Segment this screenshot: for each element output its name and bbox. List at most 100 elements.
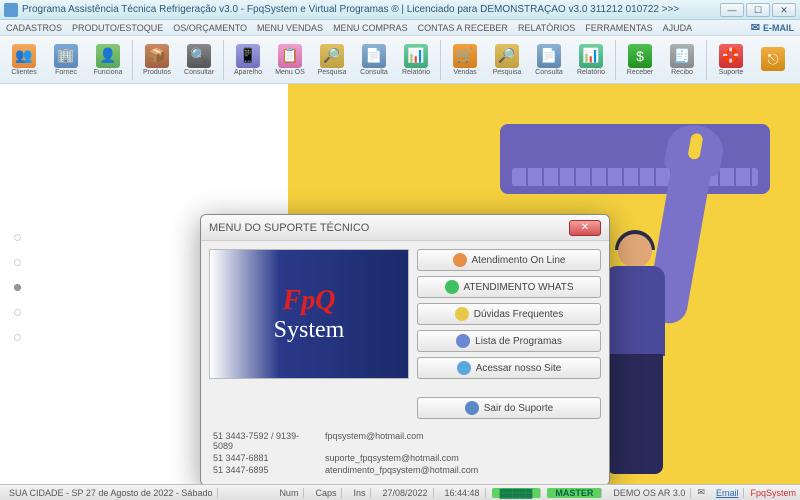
atend-whats-icon (445, 280, 459, 294)
menu-relat-rios[interactable]: RELATÓRIOS (518, 23, 575, 33)
menuos-icon: 📋 (278, 44, 302, 68)
menubar: CADASTROS PRODUTO/ESTOQUE OS/ORÇAMENTO MENU… (0, 20, 800, 36)
dialog-title: MENU DO SUPORTE TÉCNICO (209, 222, 369, 234)
lista-prog-button[interactable]: Lista de Programas (417, 330, 601, 352)
status-demo: DEMO OS AR 3.0 (608, 488, 691, 498)
fornec-icon: 🏢 (54, 44, 78, 68)
toolbar-label: Fornec (55, 69, 77, 76)
aparelho-icon: 📱 (236, 44, 260, 68)
toolbar-clientes[interactable]: 👥Clientes (4, 38, 44, 82)
atend-online-button[interactable]: Atendimento On Line (417, 249, 601, 271)
dialog-close-button[interactable]: ✕ (569, 220, 601, 236)
status-time: 16:44:48 (440, 488, 486, 498)
toolbar-relatorio[interactable]: 📊Relatório (396, 38, 436, 82)
toolbar-produtos[interactable]: 📦Produtos (137, 38, 177, 82)
menu-os-or-amento[interactable]: OS/ORÇAMENTO (173, 23, 247, 33)
menu-produto-estoque[interactable]: PRODUTO/ESTOQUE (72, 23, 163, 33)
toolbar-separator (223, 40, 224, 80)
menu-ferramentas[interactable]: FERRAMENTAS (585, 23, 652, 33)
status-num: Num (274, 488, 304, 498)
toolbar-consulta2[interactable]: 📄Consulta (529, 38, 569, 82)
slide-dot[interactable] (14, 259, 21, 266)
slide-dot[interactable] (14, 309, 21, 316)
toolbar-label: Consultar (184, 69, 214, 76)
menu-menu-compras[interactable]: MENU COMPRAS (333, 23, 408, 33)
toolbar-consulta[interactable]: 📄Consulta (354, 38, 394, 82)
slide-dot[interactable] (14, 334, 21, 341)
status-email-link[interactable]: Email (711, 488, 745, 498)
toolbar-menuos[interactable]: 📋Menu OS (270, 38, 310, 82)
slide-dot-active[interactable] (14, 284, 21, 291)
recibo-icon: 🧾 (670, 44, 694, 68)
consulta-icon: 📄 (362, 44, 386, 68)
status-caps: Caps (310, 488, 342, 498)
maximize-button[interactable]: ☐ (746, 3, 770, 17)
toolbar-label: Produtos (143, 69, 171, 76)
toolbar-separator (706, 40, 707, 80)
relatorio2-icon: 📊 (579, 44, 603, 68)
menu-menu-vendas[interactable]: MENU VENDAS (257, 23, 323, 33)
toolbar-receber[interactable]: $Receber (620, 38, 660, 82)
status-ins: Ins (348, 488, 371, 498)
status-location: SUA CIDADE - SP 27 de Agosto de 2022 - S… (4, 488, 218, 498)
button-label: Atendimento On Line (472, 255, 566, 266)
toolbar-label: Pesquisa (493, 69, 522, 76)
button-label: Lista de Programas (475, 336, 562, 347)
consulta2-icon: 📄 (537, 44, 561, 68)
menu-ajuda[interactable]: AJUDA (663, 23, 693, 33)
receber-icon: $ (628, 44, 652, 68)
toolbar-vendas[interactable]: 🛒Vendas (445, 38, 485, 82)
support-dialog: MENU DO SUPORTE TÉCNICO ✕ FpQ System Ate… (200, 214, 610, 484)
toolbar-suporte[interactable]: 🛟Suporte (711, 38, 751, 82)
toolbar-fornec[interactable]: 🏢Fornec (46, 38, 86, 82)
window-title: Programa Assistência Técnica Refrigeraçã… (22, 4, 720, 15)
button-label: Acessar nosso Site (476, 363, 562, 374)
toolbar-separator (132, 40, 133, 80)
produtos-icon: 📦 (145, 44, 169, 68)
toolbar-recibo[interactable]: 🧾Recibo (662, 38, 702, 82)
dialog-titlebar[interactable]: MENU DO SUPORTE TÉCNICO ✕ (201, 215, 609, 241)
toolbar-label: Receber (627, 69, 653, 76)
close-button[interactable]: ✕ (772, 3, 796, 17)
button-label: Sair do Suporte (484, 403, 554, 414)
suporte-icon: 🛟 (719, 44, 743, 68)
lista-prog-icon (456, 334, 470, 348)
toolbar-label: Consulta (535, 69, 563, 76)
contact-email: atendimento_fpqsystem@hotmail.com (325, 465, 597, 475)
email-menu[interactable]: E-MAIL (751, 21, 794, 34)
toolbar-label: Aparelho (234, 69, 262, 76)
consultar-icon: 🔍 (187, 44, 211, 68)
status-user: MASTER (547, 488, 602, 498)
toolbar-pesquisa[interactable]: 🔎Pesquisa (312, 38, 352, 82)
contact-phone: 51 3447-6881 (213, 453, 313, 463)
toolbar-aparelho[interactable]: 📱Aparelho (228, 38, 268, 82)
site-button[interactable]: Acessar nosso Site (417, 357, 601, 379)
email-icon: ✉ (697, 487, 705, 498)
vendas-icon: 🛒 (453, 44, 477, 68)
status-date: 27/08/2022 (377, 488, 433, 498)
menu-cadastros[interactable]: CADASTROS (6, 23, 62, 33)
toolbar-label: Suporte (719, 69, 744, 76)
toolbar-sair[interactable]: ⎋ (753, 38, 793, 82)
toolbar-label: Recibo (671, 69, 693, 76)
atend-whats-button[interactable]: ATENDIMENTO WHATS (417, 276, 601, 298)
toolbar-consultar[interactable]: 🔍Consultar (179, 38, 219, 82)
toolbar-relatorio2[interactable]: 📊Relatório (571, 38, 611, 82)
toolbar-label: Funciona (94, 69, 123, 76)
toolbar-label: Pesquisa (318, 69, 347, 76)
clientes-icon: 👥 (12, 44, 36, 68)
atend-online-icon (453, 253, 467, 267)
minimize-button[interactable]: — (720, 3, 744, 17)
slide-dot[interactable] (14, 234, 21, 241)
sair-suporte-icon (465, 401, 479, 415)
pesquisa2-icon: 🔎 (495, 44, 519, 68)
menu-contas-a-receber[interactable]: CONTAS A RECEBER (418, 23, 508, 33)
toolbar-funciona[interactable]: 👤Funciona (88, 38, 128, 82)
sair-suporte-button[interactable]: Sair do Suporte (417, 397, 601, 419)
duvidas-button[interactable]: Dúvidas Frequentes (417, 303, 601, 325)
toolbar-pesquisa2[interactable]: 🔎Pesquisa (487, 38, 527, 82)
slide-indicator[interactable] (14, 234, 21, 341)
content-area: MENU DO SUPORTE TÉCNICO ✕ FpQ System Ate… (0, 84, 800, 484)
funciona-icon: 👤 (96, 44, 120, 68)
ac-unit-graphic (500, 124, 770, 194)
